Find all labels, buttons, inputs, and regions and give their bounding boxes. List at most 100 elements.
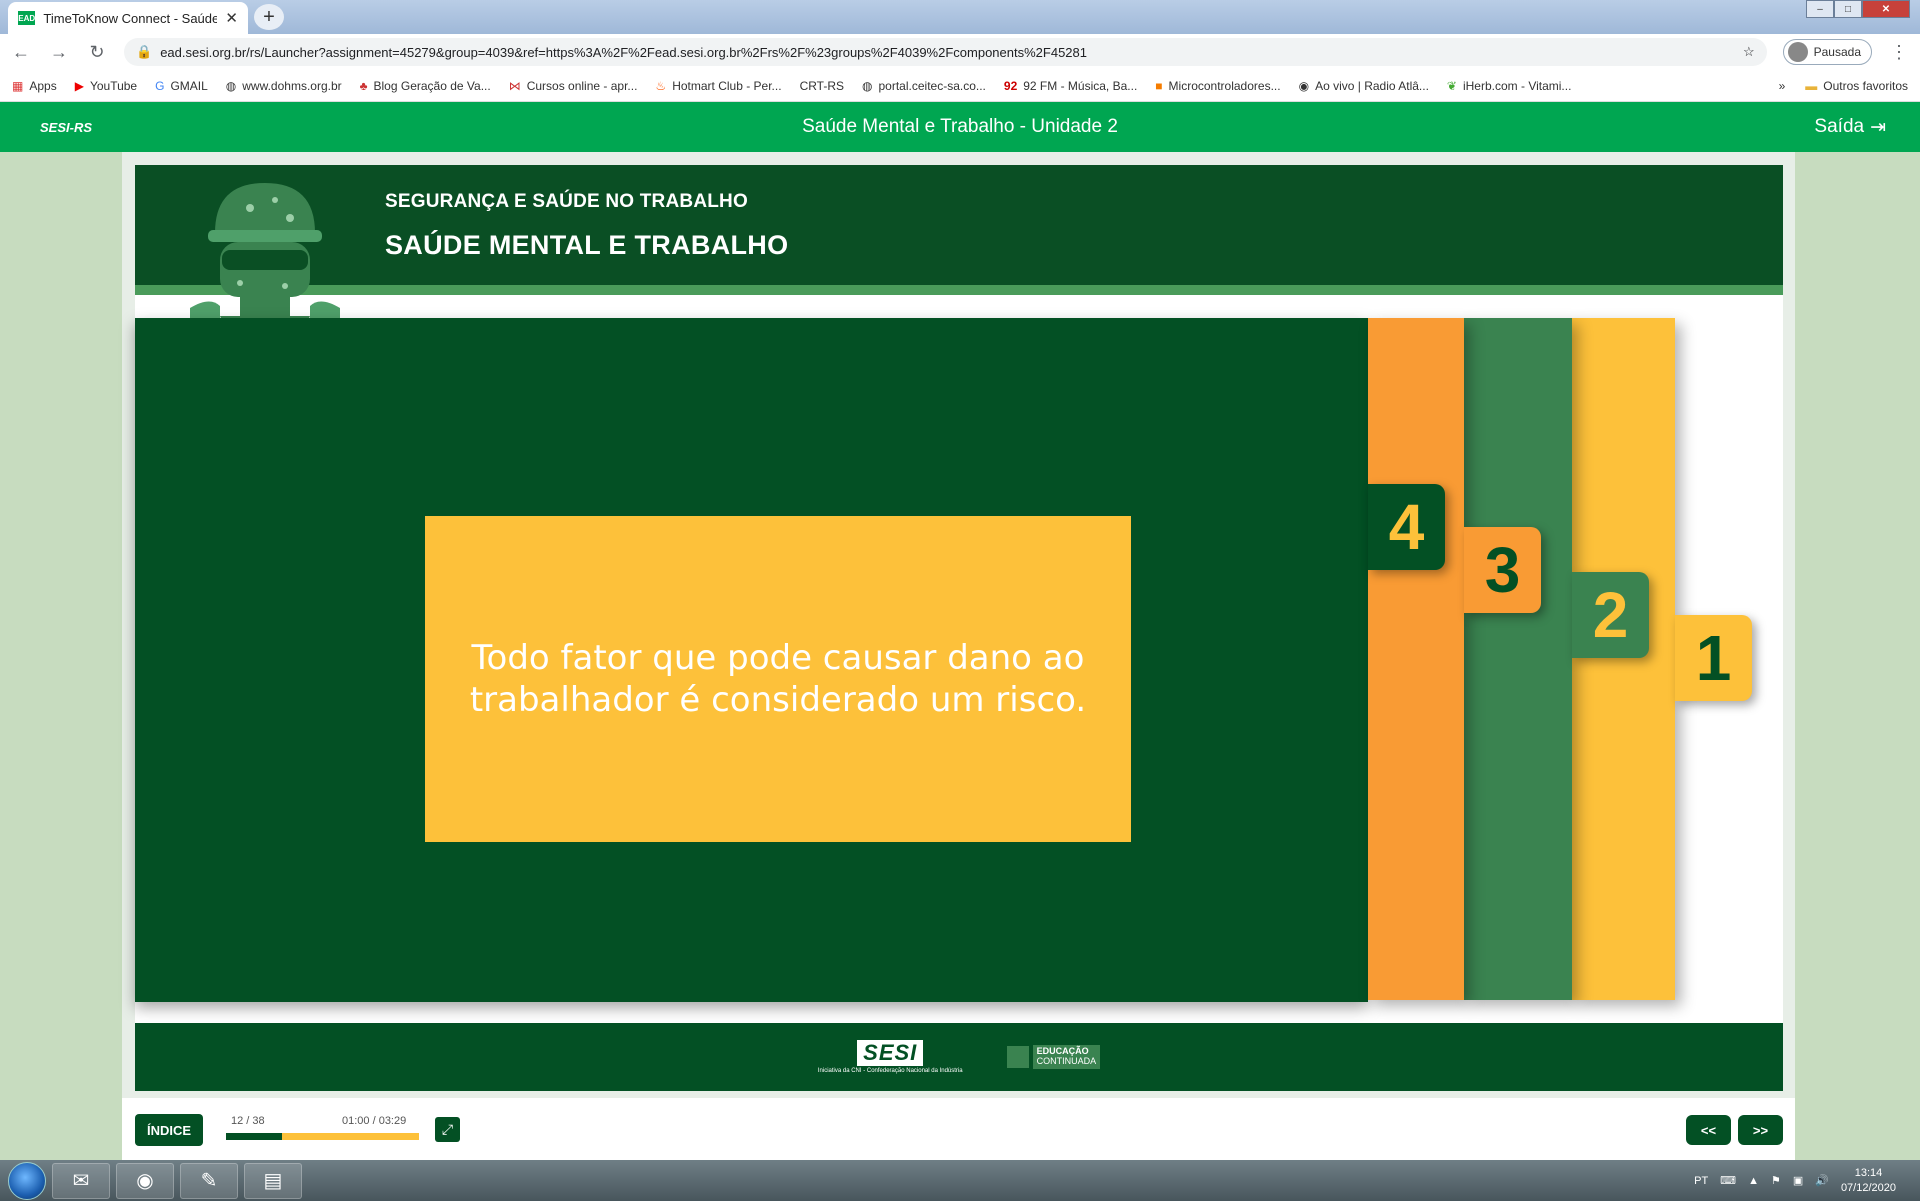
club-icon: ♣: [359, 78, 368, 93]
edu-line2: CONTINUADA: [1036, 1056, 1097, 1067]
bookmarks-bar: ▦ Apps ▶ YouTube G GMAIL ◍ www.dohms.org.br …: [0, 70, 1920, 102]
tab-column-1[interactable]: [1572, 318, 1675, 1000]
slide-kicker: SEGURANÇA E SAÚDE NO TRABALHO: [385, 191, 748, 212]
network-icon[interactable]: ▣: [1793, 1174, 1803, 1187]
clock-time: 13:14: [1854, 1167, 1883, 1180]
tab-column-3[interactable]: [1368, 318, 1464, 1000]
globe-icon: ◍: [225, 78, 237, 93]
educacao-continuada-logo: EDUCAÇÃO CONTINUADA: [1006, 1045, 1101, 1069]
exit-icon: ⇥: [1870, 116, 1886, 138]
window-controls: – □ ✕: [1806, 0, 1910, 18]
app-header: SESI-RS Saúde Mental e Trabalho - Unidad…: [0, 102, 1920, 152]
keyboard-icon[interactable]: ⌨: [1720, 1174, 1736, 1187]
clock-date: 07/12/2020: [1840, 1181, 1896, 1194]
back-icon[interactable]: ←: [10, 42, 32, 63]
profile-button[interactable]: Pausada: [1782, 39, 1872, 65]
sesi-logo: SESI Iniciativa da CNI - Confederação Na…: [818, 1040, 963, 1074]
bookmark-iherb[interactable]: ❦ iHerb.com - Vitami...: [1447, 79, 1572, 93]
tab-1[interactable]: 1: [1675, 615, 1752, 701]
bookmark-hotmart[interactable]: ♨ Hotmart Club - Per...: [655, 79, 781, 93]
maximize-icon[interactable]: □: [1834, 0, 1862, 18]
tab-column-2[interactable]: [1464, 318, 1572, 1000]
prev-button[interactable]: <<: [1686, 1115, 1731, 1145]
google-icon: G: [155, 78, 165, 93]
slide-header-strip: [135, 285, 1783, 295]
lock-icon: 🔒: [136, 44, 153, 59]
bookmark-other[interactable]: ▬ Outros favoritos: [1805, 79, 1908, 93]
globe-icon: ◍: [862, 78, 873, 93]
language-indicator[interactable]: PT: [1694, 1175, 1708, 1187]
browser-titlebar: EAD TimeToKnow Connect - Saúde M ✕ + – □…: [0, 0, 1920, 34]
bookmark-radio[interactable]: ◉ Ao vivo | Radio Atlâ...: [1299, 79, 1429, 93]
index-button[interactable]: ÍNDICE: [135, 1114, 203, 1146]
bookmark-blog[interactable]: ♣ Blog Geração de Va...: [360, 79, 491, 93]
slide-title: SAÚDE MENTAL E TRABALHO: [385, 230, 789, 260]
time-counter: 01:00 / 03:29: [342, 1115, 407, 1127]
course-title: Saúde Mental e Trabalho - Unidade 2: [802, 116, 1118, 137]
sesi-tagline: Iniciativa da CNI - Confederação Naciona…: [817, 1068, 963, 1074]
radio-icon: 92: [1003, 78, 1018, 93]
flame-icon: ♨: [655, 78, 667, 93]
avatar: [1787, 42, 1808, 62]
exit-button[interactable]: Saída ⇥: [1814, 116, 1886, 139]
brand-logo: SESI-RS: [40, 119, 93, 135]
tab-3[interactable]: 3: [1464, 527, 1541, 613]
taskbar-explorer-icon[interactable]: ▤: [244, 1162, 302, 1199]
taskbar-mail-icon[interactable]: ✉: [52, 1162, 110, 1199]
folder-icon: ▬: [1805, 78, 1818, 93]
right-gutter: [1795, 152, 1920, 1160]
next-button[interactable]: >>: [1738, 1115, 1783, 1145]
slide-footer: SESI Iniciativa da CNI - Confederação Na…: [135, 1023, 1783, 1091]
browser-toolbar: ← → ↻ 🔒 ead.sesi.org.br/rs/Launcher?assi…: [0, 34, 1920, 70]
fullscreen-icon[interactable]: ⤢: [435, 1117, 460, 1142]
flag-icon[interactable]: ⚑: [1771, 1174, 1781, 1187]
edu-emblem-icon: [1006, 1046, 1029, 1068]
slide-header: [135, 165, 1783, 285]
cursos-icon: ⋈: [508, 78, 521, 93]
bookmark-gmail[interactable]: G GMAIL: [155, 79, 208, 93]
text-card: Todo fator que pode causar dano ao traba…: [425, 516, 1131, 842]
address-bar[interactable]: 🔒 ead.sesi.org.br/rs/Launcher?assignment…: [124, 38, 1767, 66]
window-close-icon[interactable]: ✕: [1862, 0, 1910, 18]
system-tray: PT ⌨ ▲ ⚑ ▣ 🔊 13:14 07/12/2020: [1694, 1166, 1920, 1195]
more-bookmarks-icon[interactable]: »: [1779, 79, 1786, 93]
reload-icon[interactable]: ↻: [86, 42, 108, 63]
blogger-icon: ■: [1155, 78, 1163, 93]
taskbar-paint-icon[interactable]: ✎: [180, 1162, 238, 1199]
forward-icon[interactable]: →: [48, 42, 70, 63]
tab-4[interactable]: 4: [1368, 484, 1445, 570]
leaf-icon: ❦: [1446, 78, 1457, 93]
browser-tab[interactable]: EAD TimeToKnow Connect - Saúde M ✕: [8, 2, 248, 34]
bookmark-ceitec[interactable]: ◍ portal.ceitec-sa.co...: [862, 79, 986, 93]
bookmark-crt[interactable]: CRT-RS: [800, 79, 844, 93]
close-tab-icon[interactable]: ✕: [225, 9, 238, 27]
page-counter: 12 / 38: [231, 1115, 265, 1127]
bookmark-cursos[interactable]: ⋈ Cursos online - apr...: [509, 79, 638, 93]
card-text: Todo fator que pode causar dano ao traba…: [469, 637, 1087, 721]
apps-grid-icon: ▦: [12, 78, 24, 93]
start-button[interactable]: [8, 1161, 46, 1200]
left-gutter: [0, 152, 122, 1160]
bookmark-dohms[interactable]: ◍ www.dohms.org.br: [226, 79, 342, 93]
minimize-icon[interactable]: –: [1806, 0, 1834, 18]
tab-2[interactable]: 2: [1572, 572, 1649, 658]
taskbar-chrome-icon[interactable]: ◉: [116, 1162, 174, 1199]
volume-icon[interactable]: 🔊: [1815, 1174, 1829, 1187]
url-text: ead.sesi.org.br/rs/Launcher?assignment=4…: [160, 44, 1087, 60]
clock[interactable]: 13:14 07/12/2020: [1841, 1166, 1896, 1195]
new-tab-button[interactable]: +: [254, 4, 284, 30]
radio-atlantida-icon: ◉: [1298, 78, 1310, 93]
bookmark-youtube[interactable]: ▶ YouTube: [75, 79, 137, 93]
tab-favicon: EAD: [18, 11, 36, 25]
progress-bar[interactable]: [226, 1133, 419, 1140]
player-controls: [122, 1098, 1795, 1160]
tab-title: TimeToKnow Connect - Saúde M: [43, 10, 218, 26]
youtube-icon: ▶: [74, 78, 84, 93]
bookmark-92fm[interactable]: 92 92 FM - Música, Ba...: [1004, 79, 1137, 93]
bookmark-apps[interactable]: ▦ Apps: [12, 79, 57, 93]
star-icon[interactable]: ☆: [1743, 44, 1755, 60]
progress-fill: [226, 1133, 282, 1140]
tray-expand-icon[interactable]: ▲: [1748, 1175, 1759, 1187]
menu-kebab-icon[interactable]: ⋮: [1888, 42, 1910, 63]
bookmark-micro[interactable]: ■ Microcontroladores...: [1155, 79, 1280, 93]
